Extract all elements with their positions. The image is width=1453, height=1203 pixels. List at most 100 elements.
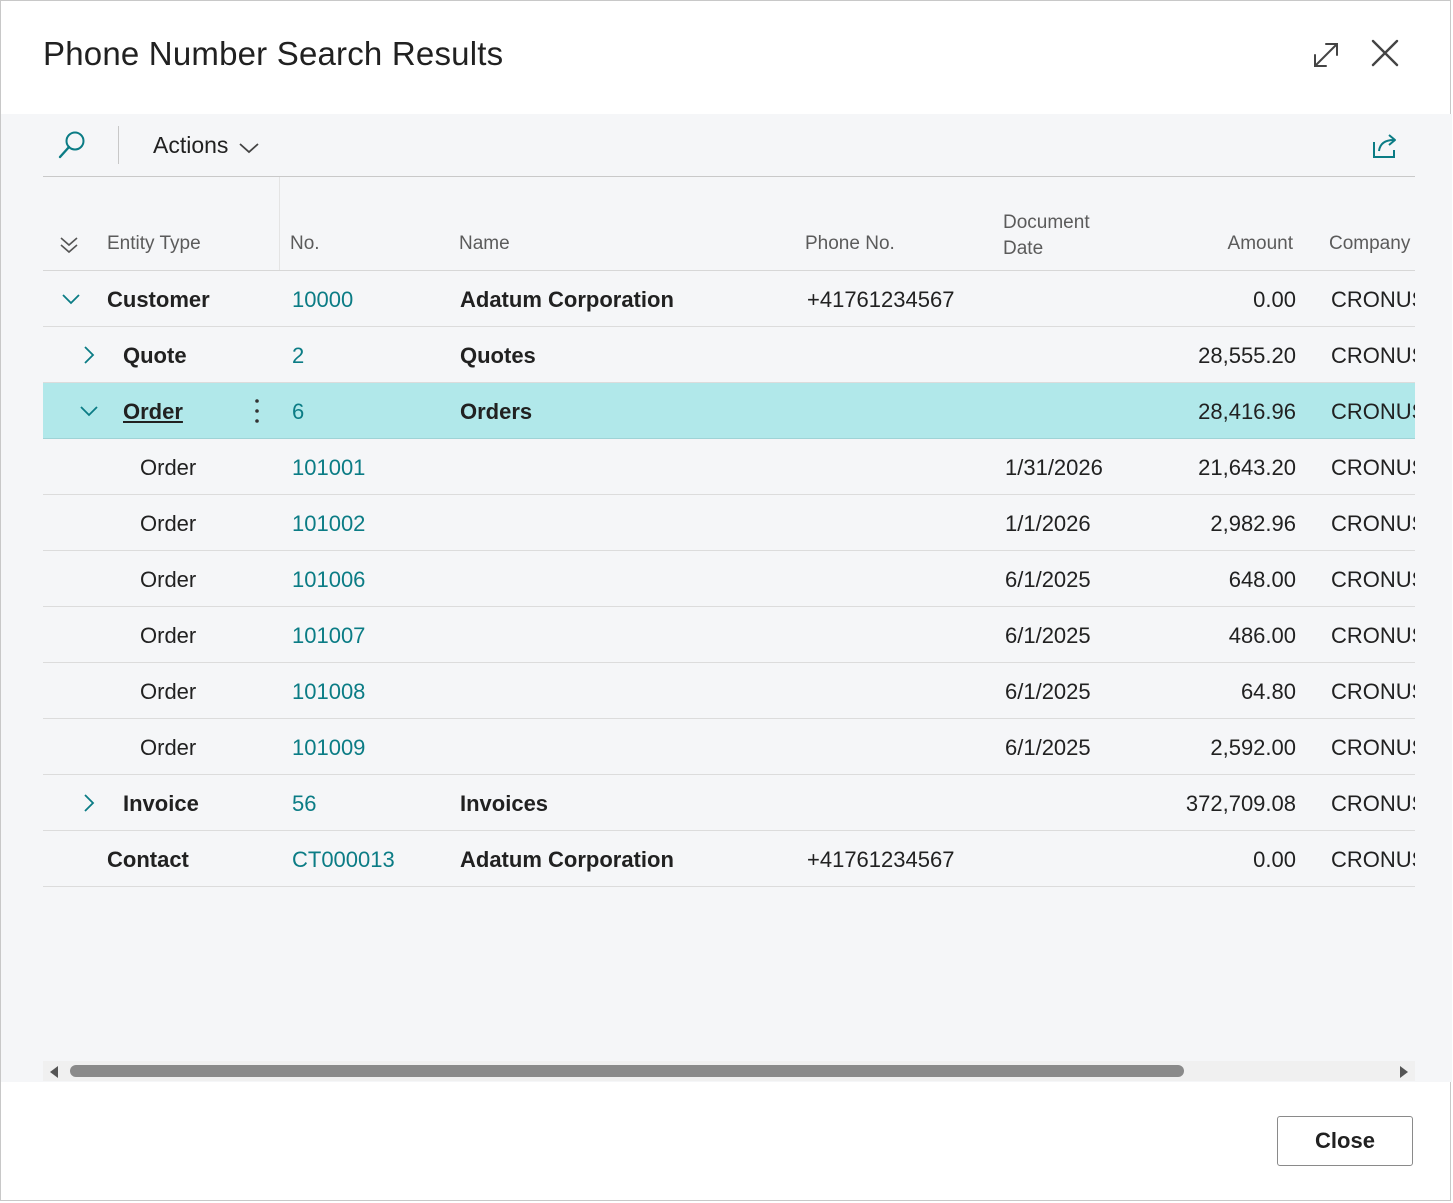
cell-document-date: 6/1/2025 [1005,623,1091,648]
table-row[interactable]: Invoice 56 Invoices 372,709.08 CRONUS [43,775,1415,831]
chevron-right-icon[interactable] [77,791,101,815]
cell-company: CRONUS [1331,679,1415,704]
cell-company: CRONUS [1331,791,1415,816]
cell-phone-no: +41761234567 [807,847,955,872]
cell-company: CRONUS [1331,735,1415,760]
cell-entity-type: Customer [107,287,210,312]
cell-amount: 28,416.96 [1198,399,1296,424]
more-vertical-icon[interactable] [247,396,267,426]
cell-company: CRONUS [1331,287,1415,312]
share-button[interactable] [1367,128,1403,164]
cell-name: Adatum Corporation [460,287,674,312]
cell-name: Orders [460,399,533,424]
cell-entity-type: Order [140,735,197,760]
chevron-down-icon[interactable] [59,287,83,311]
search-button[interactable] [55,128,89,162]
cell-entity-type[interactable]: Order [123,399,183,425]
results-grid: Entity Type No. Name Phone No. Document … [43,177,1415,1057]
actions-menu-button[interactable]: Actions [153,132,260,159]
scrollbar-thumb[interactable] [70,1065,1184,1077]
horizontal-scrollbar[interactable] [43,1061,1415,1081]
cell-entity-type: Invoice [123,791,199,816]
table-row[interactable]: Order 101006 6/1/2025 648.00 CRONUS [43,551,1415,607]
cell-entity-type: Order [140,623,197,648]
col-header-amount[interactable]: Amount [1228,233,1293,255]
search-icon [58,131,85,159]
cell-company: CRONUS [1331,399,1415,424]
cell-no-link[interactable]: 101002 [292,511,365,537]
table-row[interactable]: Order 101002 1/1/2026 2,982.96 CRONUS [43,495,1415,551]
close-dialog-button[interactable] [1365,35,1405,75]
cell-no-link[interactable]: 101001 [292,455,365,481]
chevron-right-icon[interactable] [77,343,101,367]
toolbar-separator [118,126,119,164]
results-content: Actions Entity Type No. Name Phone No. D… [1,114,1452,1082]
cell-no-link[interactable]: 101009 [292,735,365,761]
cell-entity-type: Quote [123,343,187,368]
cell-name: Quotes [460,343,536,368]
cell-document-date: 1/31/2026 [1005,455,1103,480]
cell-amount: 64.80 [1240,679,1296,704]
cell-amount: 648.00 [1228,567,1296,592]
cell-document-date: 6/1/2025 [1005,679,1091,704]
cell-no-link[interactable]: 56 [292,791,316,817]
table-row[interactable]: Order 101001 1/31/2026 21,643.20 CRONUS [43,439,1415,495]
cell-amount: 486.00 [1228,623,1296,648]
cell-no-link[interactable]: 101007 [292,623,365,649]
cell-no-link[interactable]: 6 [292,399,304,425]
cell-no-link[interactable]: 10000 [292,287,353,313]
col-header-entity-type[interactable]: Entity Type [107,233,201,255]
cell-no-link[interactable]: 101006 [292,567,365,593]
col-header-phone-no[interactable]: Phone No. [805,233,895,255]
table-row[interactable]: Contact CT000013 Adatum Corporation +417612… [43,831,1415,887]
cell-company: CRONUS [1331,511,1415,536]
table-row[interactable]: Order 6 Orders 28,416.96 CRONUS [43,383,1415,439]
table-row[interactable]: Order 101008 6/1/2025 64.80 CRONUS [43,663,1415,719]
collapse-all-button[interactable] [57,233,81,257]
cell-company: CRONUS [1331,623,1415,648]
cell-no-link[interactable]: CT000013 [292,847,395,873]
cell-company: CRONUS [1331,455,1415,480]
cell-entity-type: Order [140,567,197,592]
cell-amount: 28,555.20 [1198,343,1296,368]
close-button[interactable]: Close [1277,1116,1413,1166]
cell-name: Invoices [460,791,549,816]
scroll-left-icon[interactable] [49,1066,59,1078]
share-icon [1373,134,1396,158]
col-header-name[interactable]: Name [459,233,510,255]
col-header-company[interactable]: Company [1329,233,1410,255]
table-row[interactable]: Customer 10000 Adatum Corporation +41761234… [43,271,1415,327]
cell-amount: 0.00 [1253,847,1296,872]
cell-amount: 21,643.20 [1198,455,1296,480]
cell-document-date: 6/1/2025 [1005,735,1091,760]
cell-company: CRONUS [1331,343,1415,368]
cell-document-date: 6/1/2025 [1005,567,1091,592]
cell-company: CRONUS [1331,567,1415,592]
phone-search-dialog: Phone Number Search Results Actions Enti… [0,0,1452,1201]
cell-entity-type: Order [140,455,197,480]
col-header-document-date-line2: Date [1003,238,1044,259]
close-icon [1371,39,1399,67]
cell-document-date: 1/1/2026 [1005,511,1091,536]
cell-no-link[interactable]: 2 [292,343,304,369]
cell-amount: 372,709.08 [1185,791,1296,816]
scroll-right-icon[interactable] [1399,1066,1409,1078]
expand-dialog-button[interactable] [1306,35,1346,75]
cell-no-link[interactable]: 101008 [292,679,365,705]
table-row[interactable]: Order 101007 6/1/2025 486.00 CRONUS [43,607,1415,663]
collapse-all-icon [60,237,78,254]
actions-label: Actions [153,132,229,158]
col-header-document-date[interactable]: Document Date [1003,210,1090,262]
cell-entity-type: Order [140,511,197,536]
chevron-down-icon[interactable] [77,399,101,423]
table-row[interactable]: Quote 2 Quotes 28,555.20 CRONUS [43,327,1415,383]
dialog-title: Phone Number Search Results [43,35,504,72]
table-row[interactable]: Order 101009 6/1/2025 2,592.00 CRONUS [43,719,1415,775]
toolbar: Actions [43,114,1415,177]
col-header-no[interactable]: No. [290,233,320,255]
cell-amount: 2,982.96 [1210,511,1296,536]
cell-phone-no: +41761234567 [807,287,955,312]
cell-entity-type: Contact [107,847,189,872]
cell-company: CRONUS [1331,847,1415,872]
cell-amount: 2,592.00 [1210,735,1296,760]
